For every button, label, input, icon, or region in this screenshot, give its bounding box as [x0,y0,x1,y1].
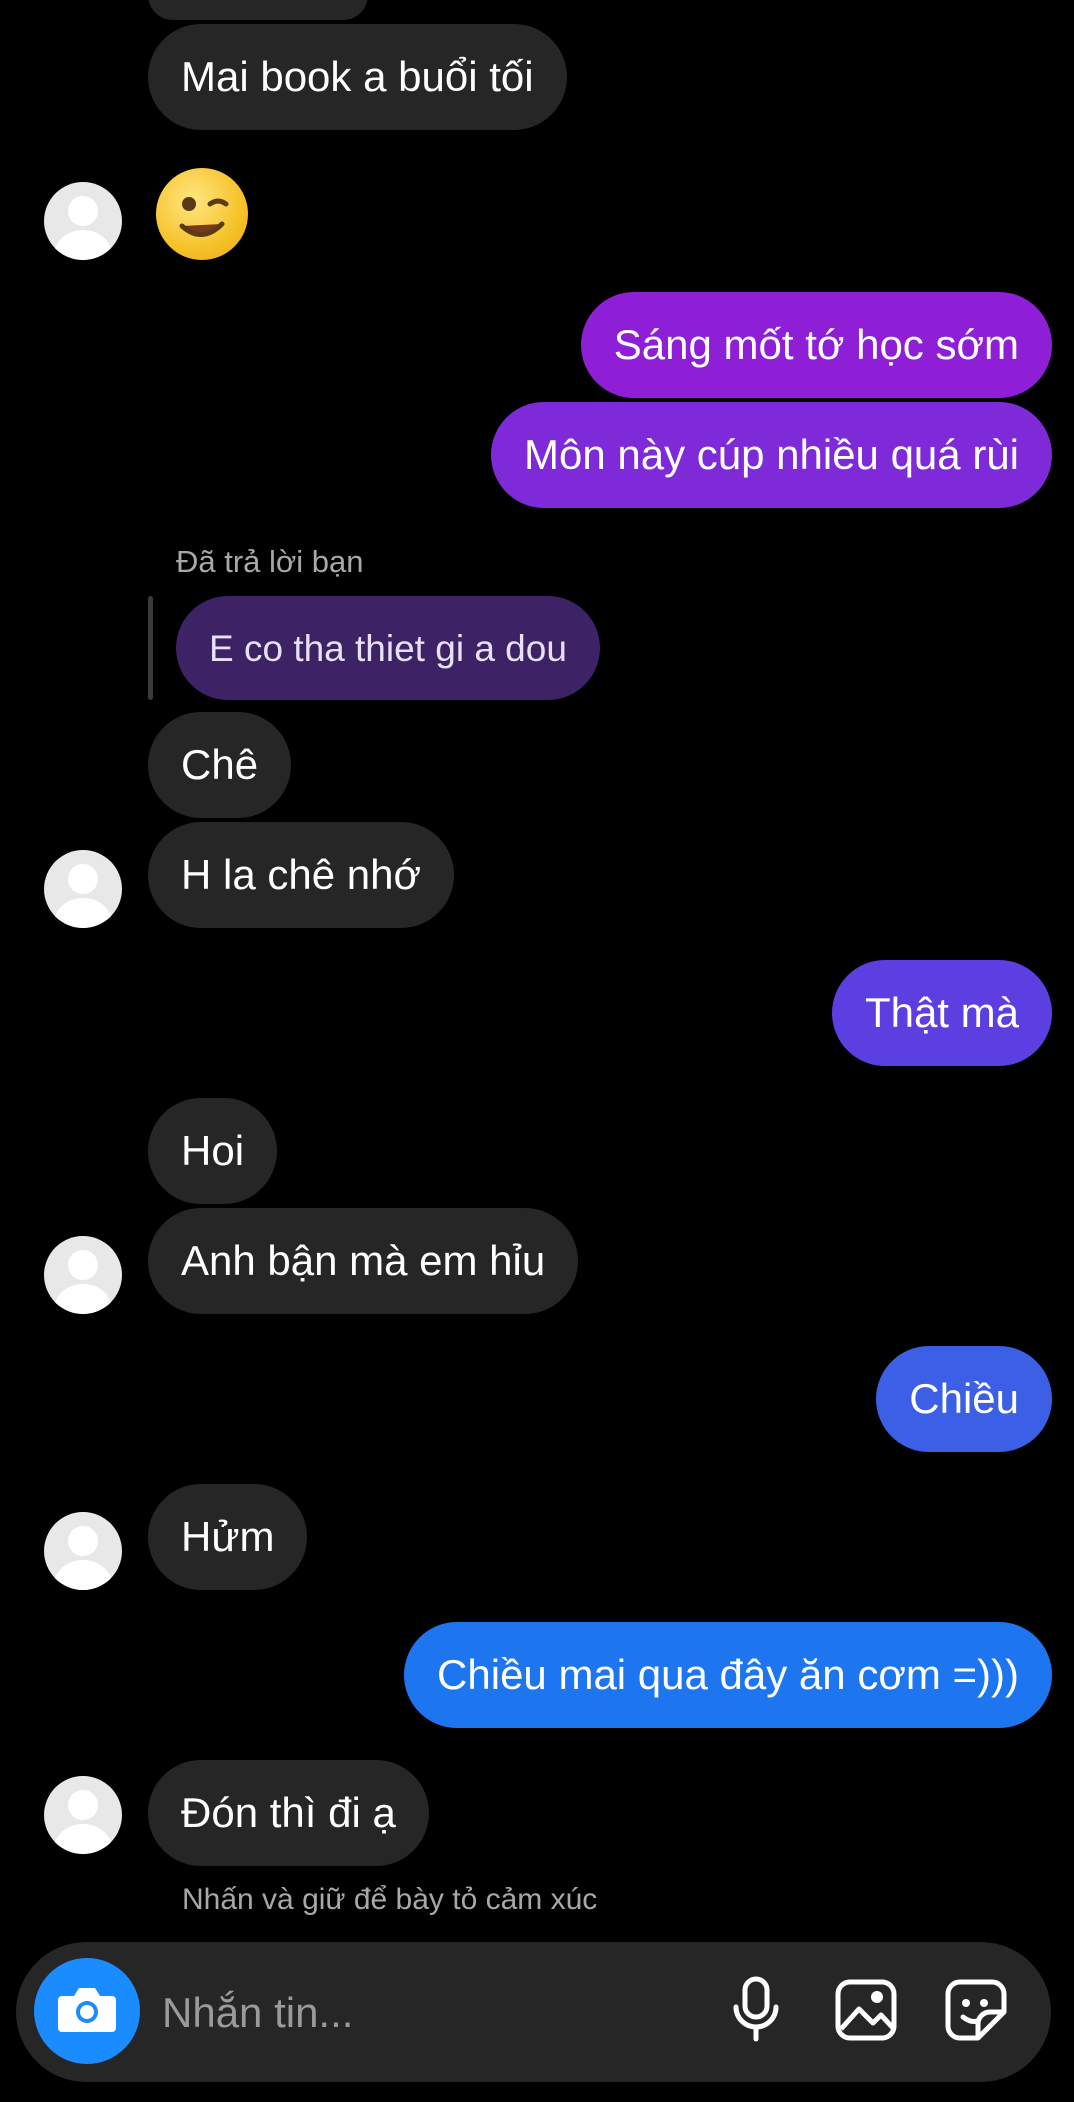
camera-button[interactable] [34,1958,140,2064]
camera-icon [56,1984,118,2039]
message-bubble-sent[interactable]: Thật mà [831,960,1052,1066]
message-bubble[interactable]: H la chê nhớ [148,822,455,928]
quoted-message[interactable]: E co tha thiet gi a dou [176,596,600,700]
winking-face-icon[interactable] [156,168,248,260]
message-bubble[interactable]: Chê [148,712,292,818]
message-bubble[interactable]: Đón thì đi ạ [148,1760,429,1866]
message-bubble-sent[interactable]: Chiều [876,1346,1052,1452]
image-icon [833,1977,899,2048]
chat-thread[interactable]: Mai book a buổi tối Sáng mốt tớ học sớm … [0,0,1074,1940]
microphone-icon [728,1975,784,2050]
sticker-button[interactable] [938,1974,1014,2050]
avatar[interactable] [44,1512,122,1590]
message-composer [16,1942,1051,2082]
reply-label: Đã trả lời bạn [176,544,364,579]
message-bubble[interactable]: Mai book a buổi tối [148,24,567,130]
sticker-icon [943,1977,1009,2048]
avatar[interactable] [44,850,122,928]
reply-divider [148,596,153,700]
message-bubble[interactable]: Anh bận mà em hỉu [148,1208,579,1314]
message-bubble-sent[interactable]: Sáng mốt tớ học sớm [580,292,1052,398]
message-bubble[interactable]: Hoi [148,1098,278,1204]
reaction-hint: Nhấn và giữ để bày tỏ cảm xúc [182,1883,598,1916]
gallery-button[interactable] [828,1974,904,2050]
avatar[interactable] [44,1776,122,1854]
message-bubble-partial[interactable] [148,0,368,20]
message-bubble-sent[interactable]: Chiều mai qua đây ăn cơm =))) [404,1622,1052,1728]
microphone-button[interactable] [718,1974,794,2050]
message-bubble[interactable]: Hửm [148,1484,308,1590]
message-input[interactable] [160,1984,704,2042]
message-bubble-sent[interactable]: Môn này cúp nhiều quá rùi [491,402,1052,508]
avatar[interactable] [44,1236,122,1314]
avatar[interactable] [44,182,122,260]
